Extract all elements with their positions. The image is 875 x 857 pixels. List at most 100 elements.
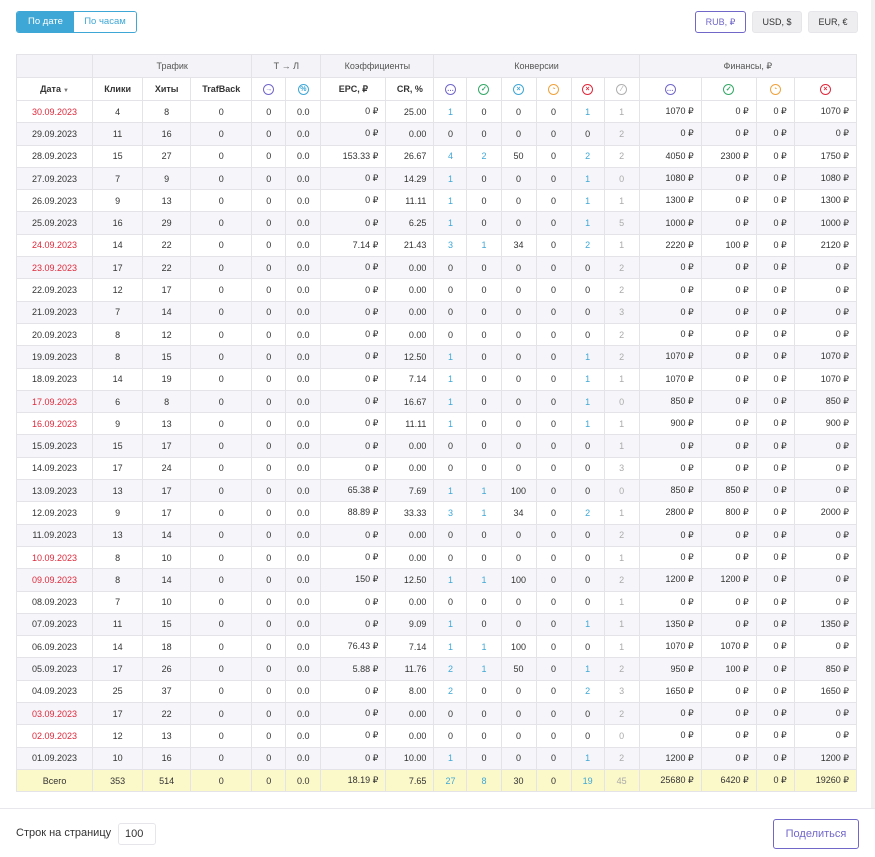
cell-conv-all[interactable]: 1 xyxy=(433,612,468,637)
cell-fin-rejected: 0 ₽ xyxy=(793,702,858,726)
cell-hits: 22 xyxy=(142,233,192,258)
cell-conv-all[interactable]: 1 xyxy=(433,367,468,391)
col-cr[interactable]: CR, % xyxy=(385,77,435,101)
cell-fin-all: 850 ₽ xyxy=(638,389,702,414)
cell-conv-all[interactable]: 1 xyxy=(433,635,468,659)
cell-clicks: 17 xyxy=(92,702,144,726)
cell-fin-rejected: 0 ₽ xyxy=(793,278,858,302)
table-row: 01.09.2023 10 16 0 0 0.0 0 ₽10.00 1 0 0 0 1 2 1200 ₽0… xyxy=(15,746,858,770)
col-conv-all[interactable]: … xyxy=(433,77,468,101)
cell-conv-all[interactable]: 1 xyxy=(433,345,468,369)
cell-conv-approved[interactable]: 1 xyxy=(466,635,502,659)
col-conv-approved-pct[interactable]: × xyxy=(500,77,537,101)
cell-conv-rejected: 0 xyxy=(570,702,605,726)
cell-conv-all[interactable]: 1 xyxy=(433,189,468,213)
cell-conv-rejected[interactable]: 1 xyxy=(570,746,605,770)
cell-conv-all[interactable]: 27 xyxy=(433,768,468,793)
cell-conv-approved[interactable]: 1 xyxy=(466,479,502,503)
cell-conv-all[interactable]: 2 xyxy=(433,657,468,681)
cell-conv-approved[interactable]: 1 xyxy=(466,233,502,258)
col-conv-approved[interactable]: ✓ xyxy=(466,77,502,101)
cell-conv-all[interactable]: 3 xyxy=(433,501,468,525)
share-button[interactable]: Поделиться xyxy=(773,819,859,849)
cell-conv-all: 0 xyxy=(433,322,468,347)
col-hits[interactable]: Хиты xyxy=(142,77,192,101)
cell-conv-all[interactable]: 4 xyxy=(433,144,468,168)
cell-conv-approved[interactable]: 8 xyxy=(466,768,502,793)
cell-conv-rejected[interactable]: 1 xyxy=(570,367,605,391)
cell-conv-approved[interactable]: 1 xyxy=(466,657,502,681)
col-epc[interactable]: EPC, ₽ xyxy=(320,77,387,101)
col-conv-trash[interactable]: ⁄ xyxy=(603,77,640,101)
cell-conv-approved-pct: 100 xyxy=(500,635,537,659)
currency-usd-button[interactable]: USD, $ xyxy=(752,11,802,33)
cell-conv-rejected[interactable]: 1 xyxy=(570,166,605,191)
col-conv-rejected[interactable]: × xyxy=(570,77,605,101)
cell-conv-all[interactable]: 1 xyxy=(433,389,468,414)
cell-conv-all[interactable]: 1 xyxy=(433,568,468,592)
col-tl-count[interactable]: → xyxy=(251,77,287,101)
col-conv-hold[interactable]: ◔ xyxy=(535,77,572,101)
cell-conv-trash: 1 xyxy=(603,612,640,637)
col-fin-rejected[interactable]: × xyxy=(793,77,858,101)
col-tl-pct[interactable]: % xyxy=(285,77,322,101)
cell-fin-rejected: 850 ₽ xyxy=(793,657,858,681)
cell-conv-rejected[interactable]: 2 xyxy=(570,233,605,258)
cell-conv-rejected[interactable]: 1 xyxy=(570,389,605,414)
by-date-button[interactable]: По дате xyxy=(17,12,74,32)
cell-conv-all[interactable]: 2 xyxy=(433,679,468,704)
cell-conv-rejected[interactable]: 1 xyxy=(570,612,605,637)
cell-conv-rejected[interactable]: 2 xyxy=(570,144,605,168)
cell-hits: 13 xyxy=(142,724,192,748)
cell-conv-rejected[interactable]: 19 xyxy=(570,768,605,793)
cell-trafback: 0 xyxy=(190,702,253,726)
scrollbar[interactable] xyxy=(871,0,875,808)
cell-conv-rejected[interactable]: 1 xyxy=(570,412,605,436)
cell-tl-pct: 0.0 xyxy=(285,456,322,481)
col-fin-hold[interactable]: ◔ xyxy=(755,77,795,101)
cell-conv-rejected[interactable]: 1 xyxy=(570,657,605,681)
cell-conv-all[interactable]: 1 xyxy=(433,166,468,191)
cell-conv-rejected[interactable]: 2 xyxy=(570,501,605,525)
cell-conv-approved-pct: 0 xyxy=(500,367,537,391)
col-fin-all[interactable]: … xyxy=(638,77,702,101)
col-clicks[interactable]: Клики xyxy=(92,77,144,101)
cell-conv-all[interactable]: 1 xyxy=(433,746,468,770)
cell-tl-count: 0 xyxy=(251,211,287,235)
cell-conv-trash: 1 xyxy=(603,189,640,213)
cell-hits: 27 xyxy=(142,144,192,168)
cell-conv-all[interactable]: 1 xyxy=(433,211,468,235)
cell-fin-hold: 0 ₽ xyxy=(755,635,795,659)
cell-conv-all[interactable]: 1 xyxy=(433,99,468,124)
cell-fin-all: 0 ₽ xyxy=(638,590,702,614)
cell-conv-approved[interactable]: 2 xyxy=(466,144,502,168)
cell-tl-count: 0 xyxy=(251,345,287,369)
cell-conv-approved[interactable]: 1 xyxy=(466,501,502,525)
cell-conv-rejected[interactable]: 1 xyxy=(570,99,605,124)
cell-conv-rejected[interactable]: 2 xyxy=(570,679,605,704)
cell-tl-pct: 0.0 xyxy=(285,657,322,681)
cell-conv-rejected[interactable]: 1 xyxy=(570,211,605,235)
cell-conv-all[interactable]: 1 xyxy=(433,412,468,436)
cell-conv-rejected[interactable]: 1 xyxy=(570,189,605,213)
cell-conv-approved[interactable]: 1 xyxy=(466,568,502,592)
col-date[interactable]: Дата ▼ xyxy=(15,77,94,101)
cell-conv-approved: 0 xyxy=(466,702,502,726)
cell-conv-trash: 0 xyxy=(603,166,640,191)
cell-conv-rejected: 0 xyxy=(570,122,605,146)
cell-fin-rejected: 19260 ₽ xyxy=(793,768,858,793)
currency-eur-button[interactable]: EUR, € xyxy=(808,11,858,33)
cell-conv-all[interactable]: 3 xyxy=(433,233,468,258)
currency-rub-button[interactable]: RUB, ₽ xyxy=(695,11,746,33)
cell-conv-all[interactable]: 1 xyxy=(433,479,468,503)
cell-fin-rejected: 2000 ₽ xyxy=(793,501,858,525)
col-trafback[interactable]: TrafBack xyxy=(190,77,253,101)
cell-conv-approved: 0 xyxy=(466,300,502,324)
col-fin-approved[interactable]: ✓ xyxy=(700,77,757,101)
cell-fin-all: 1070 ₽ xyxy=(638,367,702,391)
cell-conv-rejected[interactable]: 1 xyxy=(570,345,605,369)
rows-per-page-input[interactable]: 100 xyxy=(118,823,156,845)
by-hours-button[interactable]: По часам xyxy=(74,12,136,32)
cell-date: 25.09.2023 xyxy=(15,211,94,235)
cell-epc: 0 ₽ xyxy=(320,211,387,235)
